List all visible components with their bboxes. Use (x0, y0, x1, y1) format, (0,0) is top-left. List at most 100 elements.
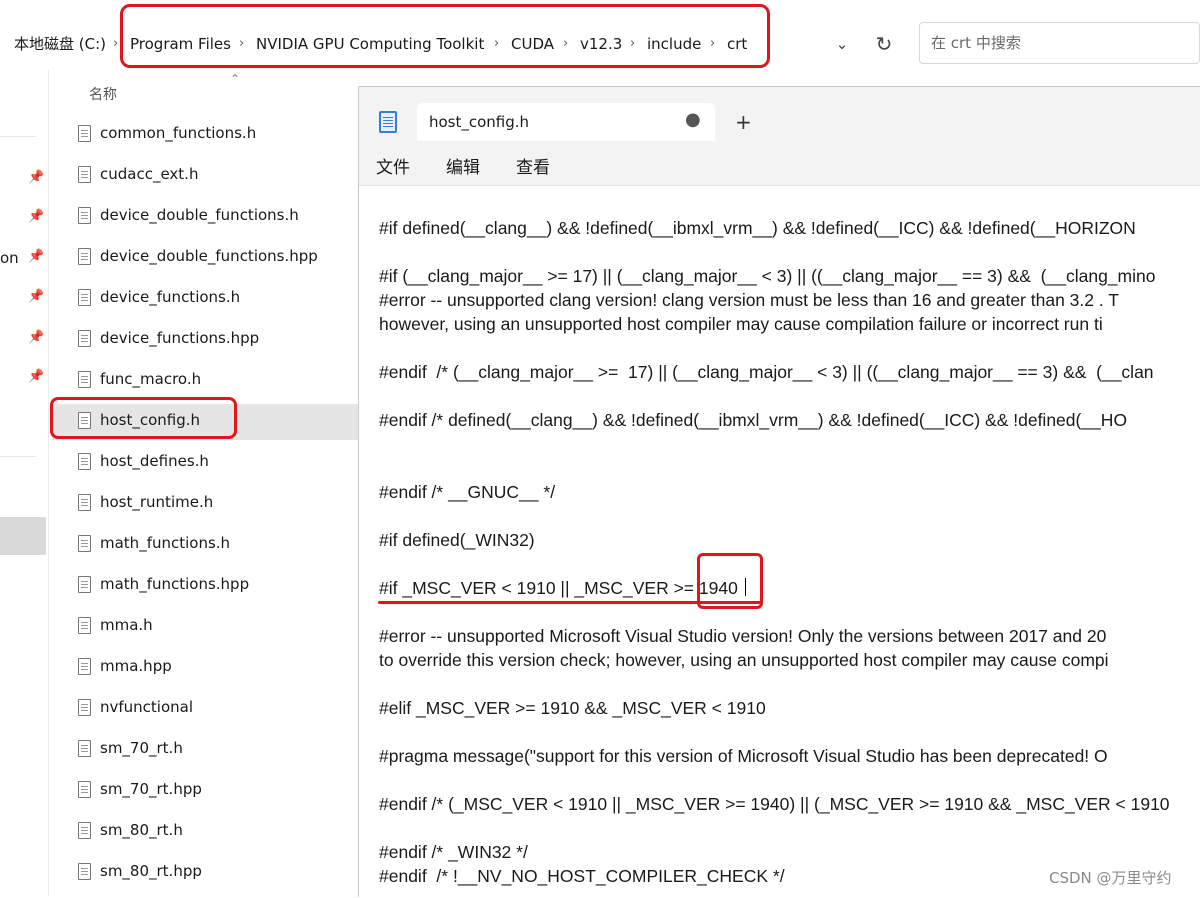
code-line: #elif _MSC_VER >= 1910 && _MSC_VER < 191… (379, 698, 766, 718)
file-item[interactable]: mma.h (52, 609, 358, 645)
file-item[interactable]: common_functions.h (52, 117, 358, 153)
file-name: device_double_functions.hpp (100, 247, 318, 265)
file-name: mma.h (100, 616, 153, 634)
file-icon (78, 494, 91, 511)
file-item[interactable]: device_double_functions.hpp (52, 240, 358, 276)
chevron-up-icon: ⌃ (230, 72, 241, 86)
file-item[interactable]: sm_70_rt.hpp (52, 773, 358, 809)
red-highlight-1940 (697, 553, 763, 609)
file-item[interactable]: mma.hpp (52, 650, 358, 686)
code-line: #endif /* !__NV_NO_HOST_COMPILER_CHECK *… (379, 866, 785, 886)
code-line: #endif /* _WIN32 */ (379, 842, 528, 862)
file-icon (78, 535, 91, 552)
notepad-app-icon (379, 111, 397, 133)
file-icon (78, 658, 91, 675)
tab-title: host_config.h (429, 113, 530, 131)
search-field[interactable] (919, 22, 1200, 64)
file-name: math_functions.hpp (100, 575, 250, 593)
nav-item-selected[interactable] (0, 517, 46, 555)
navigation-pane[interactable] (0, 70, 49, 896)
file-name: device_functions.h (100, 288, 241, 306)
watermark: CSDN @万里守约 (1049, 869, 1172, 887)
file-icon (78, 289, 91, 306)
search-input[interactable] (929, 23, 1183, 63)
file-icon (78, 699, 91, 716)
pin-icon[interactable]: 📌 (28, 330, 44, 346)
file-item[interactable]: sm_80_rt.h (52, 814, 358, 850)
code-line: to override this version check; however,… (379, 650, 1109, 670)
breadcrumb-item-drive[interactable]: 本地磁盘 (C:) (14, 24, 106, 64)
file-item[interactable]: math_functions.hpp (52, 568, 358, 604)
code-line: #if defined(_WIN32) (379, 530, 535, 550)
code-line: #endif /* (_MSC_VER < 1910 || _MSC_VER >… (379, 794, 1170, 814)
file-name: cudacc_ext.h (100, 165, 199, 183)
code-line: however, using an unsupported host compi… (379, 314, 1103, 334)
file-item[interactable]: nvfunctional (52, 691, 358, 727)
menu-file[interactable]: 文件 (376, 153, 410, 178)
file-name: sm_80_rt.hpp (100, 862, 202, 880)
file-name: sm_70_rt.h (100, 739, 183, 757)
unsaved-dot-icon[interactable]: ● (685, 111, 701, 129)
file-name: device_functions.hpp (100, 329, 260, 347)
code-line: #pragma message("support for this versio… (379, 746, 1108, 766)
file-item[interactable]: device_functions.hpp (52, 322, 358, 358)
file-icon (78, 822, 91, 839)
code-line: #if (__clang_major__ >= 17) || (__clang_… (379, 266, 1156, 286)
file-item[interactable]: func_macro.h (52, 363, 358, 399)
file-icon (78, 576, 91, 593)
menu-view[interactable]: 查看 (516, 153, 550, 178)
notepad-window[interactable]: host_config.h ● + 文件 编辑 查看 #if defined(_… (358, 86, 1200, 898)
file-icon (78, 371, 91, 388)
pin-icon[interactable]: 📌 (28, 209, 44, 225)
file-icon (78, 781, 91, 798)
file-item[interactable]: device_double_functions.h (52, 199, 358, 235)
code-line: #error -- unsupported clang version! cla… (379, 290, 1119, 310)
file-name: host_defines.h (100, 452, 209, 470)
text-editor[interactable]: #if defined(__clang__) && !defined(__ibm… (359, 185, 1200, 898)
file-name: nvfunctional (100, 698, 194, 716)
file-item[interactable]: device_functions.h (52, 281, 358, 317)
nav-divider (0, 136, 36, 137)
file-icon (78, 453, 91, 470)
file-icon (78, 740, 91, 757)
file-icon (78, 207, 91, 224)
file-name: sm_70_rt.hpp (100, 780, 202, 798)
code-line: #endif /* defined(__clang__) && !defined… (379, 410, 1128, 430)
code-line: #endif /* (__clang_major__ >= 17) || (__… (379, 362, 1154, 382)
code-line: #if defined(__clang__) && !defined(__ibm… (379, 218, 1136, 238)
breadcrumb-separator-icon: › (113, 36, 119, 51)
file-name: math_functions.h (100, 534, 231, 552)
chevron-down-icon[interactable]: ⌄ (830, 30, 854, 58)
new-tab-button[interactable]: + (735, 111, 752, 133)
code-line: #endif /* __GNUC__ */ (379, 482, 556, 502)
code-line: #error -- unsupported Microsoft Visual S… (379, 626, 1107, 646)
file-item[interactable]: math_functions.h (52, 527, 358, 563)
file-name: common_functions.h (100, 124, 257, 142)
nav-item-partial-label[interactable]: on (0, 249, 19, 267)
file-item[interactable]: sm_80_rt.hpp (52, 855, 358, 891)
pin-icon[interactable]: 📌 (28, 170, 44, 186)
pin-icon[interactable]: 📌 (28, 249, 44, 265)
tab-host-config[interactable]: host_config.h ● (417, 103, 715, 141)
file-icon (78, 617, 91, 634)
pin-icon[interactable]: 📌 (28, 369, 44, 385)
file-icon (78, 330, 91, 347)
file-item[interactable]: host_defines.h (52, 445, 358, 481)
file-icon (78, 248, 91, 265)
file-icon (78, 166, 91, 183)
file-icon (78, 863, 91, 880)
red-highlight-file (50, 397, 237, 439)
code-line-edited: #if _MSC_VER < 1910 || _MSC_VER >= 1940 (379, 578, 738, 598)
file-item[interactable]: host_runtime.h (52, 486, 358, 522)
refresh-icon[interactable]: ↻ (871, 30, 897, 58)
file-name: mma.hpp (100, 657, 172, 675)
file-name: sm_80_rt.h (100, 821, 183, 839)
menu-edit[interactable]: 编辑 (446, 153, 480, 178)
column-header-name[interactable]: 名称 (89, 84, 117, 104)
file-name: func_macro.h (100, 370, 202, 388)
file-item[interactable]: sm_70_rt.h (52, 732, 358, 768)
file-item[interactable]: cudacc_ext.h (52, 158, 358, 194)
file-name: host_runtime.h (100, 493, 214, 511)
file-icon (78, 125, 91, 142)
pin-icon[interactable]: 📌 (28, 289, 44, 305)
